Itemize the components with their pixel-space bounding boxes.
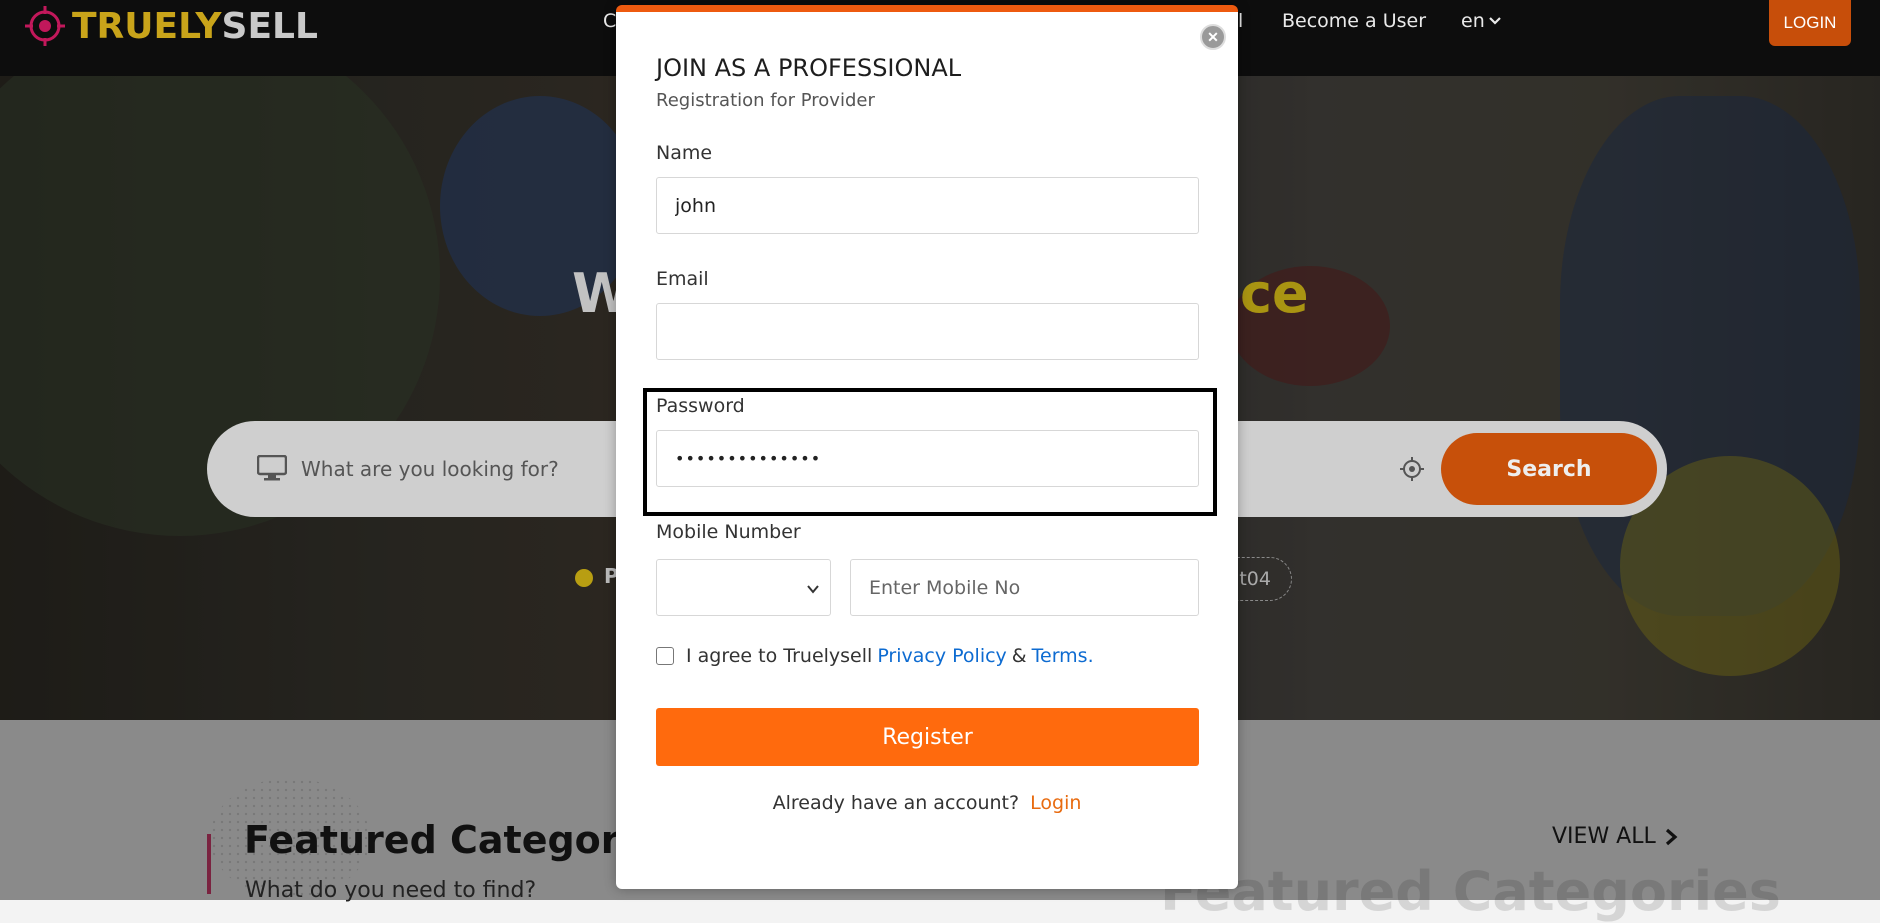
name-field[interactable]: [656, 177, 1199, 234]
featured-subtitle: What do you need to find?: [245, 878, 537, 903]
privacy-policy-link[interactable]: Privacy Policy: [877, 645, 1006, 667]
password-label: Password: [656, 395, 745, 417]
desktop-icon: [257, 455, 287, 481]
name-label: Name: [656, 142, 713, 164]
search-button[interactable]: Search: [1441, 433, 1657, 505]
mobile-number-input[interactable]: [850, 559, 1199, 616]
modal-login-link[interactable]: Login: [1030, 792, 1081, 814]
nav-item-become-user[interactable]: Become a User: [1282, 10, 1426, 32]
email-label: Email: [656, 268, 709, 290]
header-login-button[interactable]: LOGIN: [1769, 0, 1851, 46]
view-all-link[interactable]: VIEW ALL: [1552, 824, 1680, 849]
mobile-number-label: Mobile Number: [656, 521, 801, 543]
hero-title-partial-right: ce: [1240, 262, 1309, 325]
ampersand-text: &: [1011, 645, 1027, 667]
modal-subtitle: Registration for Provider: [656, 90, 875, 111]
register-button[interactable]: Register: [656, 708, 1199, 766]
country-code-select[interactable]: [656, 559, 831, 616]
password-field[interactable]: [656, 430, 1199, 487]
section-accent-bar: [207, 834, 211, 894]
service-search-input[interactable]: [299, 447, 663, 491]
featured-title: Featured Categorie: [244, 818, 659, 862]
agree-checkbox[interactable]: [656, 647, 674, 665]
already-account-text: Already have an account?: [772, 792, 1020, 814]
locate-icon[interactable]: [1399, 456, 1425, 482]
modal-title: JOIN AS A PROFESSIONAL: [656, 54, 962, 82]
terms-link[interactable]: Terms.: [1032, 645, 1094, 667]
language-selector[interactable]: en: [1461, 10, 1503, 32]
already-account-row: Already have an account? Login: [616, 792, 1238, 814]
close-icon: ✕: [1207, 29, 1219, 45]
logo-text-sell: SELL: [221, 5, 318, 47]
email-field[interactable]: [656, 303, 1199, 360]
chevron-right-icon: [1665, 828, 1678, 845]
close-modal-button[interactable]: ✕: [1200, 24, 1226, 50]
site-logo[interactable]: TRUELYSELL: [24, 6, 318, 47]
featured-watermark: Featured Categories: [1160, 860, 1781, 923]
logo-crosshair-icon: [25, 6, 65, 46]
agree-text: I agree to Truelysell: [686, 645, 873, 667]
terms-agreement-row: I agree to Truelysell Privacy Policy & T…: [656, 645, 1094, 667]
popular-dot: [575, 569, 593, 587]
chevron-down-icon: [1488, 17, 1501, 25]
chevron-down-icon: [807, 585, 819, 594]
nav-item-partial-right[interactable]: l: [1238, 10, 1243, 32]
logo-text-truely: TRUELY: [72, 5, 222, 47]
popular-tag-text: t04: [1239, 568, 1271, 590]
view-all-label: VIEW ALL: [1552, 824, 1656, 849]
nav-item-partial-left[interactable]: C: [603, 10, 616, 32]
logo-text: TRUELYSELL: [72, 6, 318, 47]
language-label: en: [1461, 10, 1485, 32]
provider-registration-modal: ✕ JOIN AS A PROFESSIONAL Registration fo…: [616, 5, 1238, 889]
